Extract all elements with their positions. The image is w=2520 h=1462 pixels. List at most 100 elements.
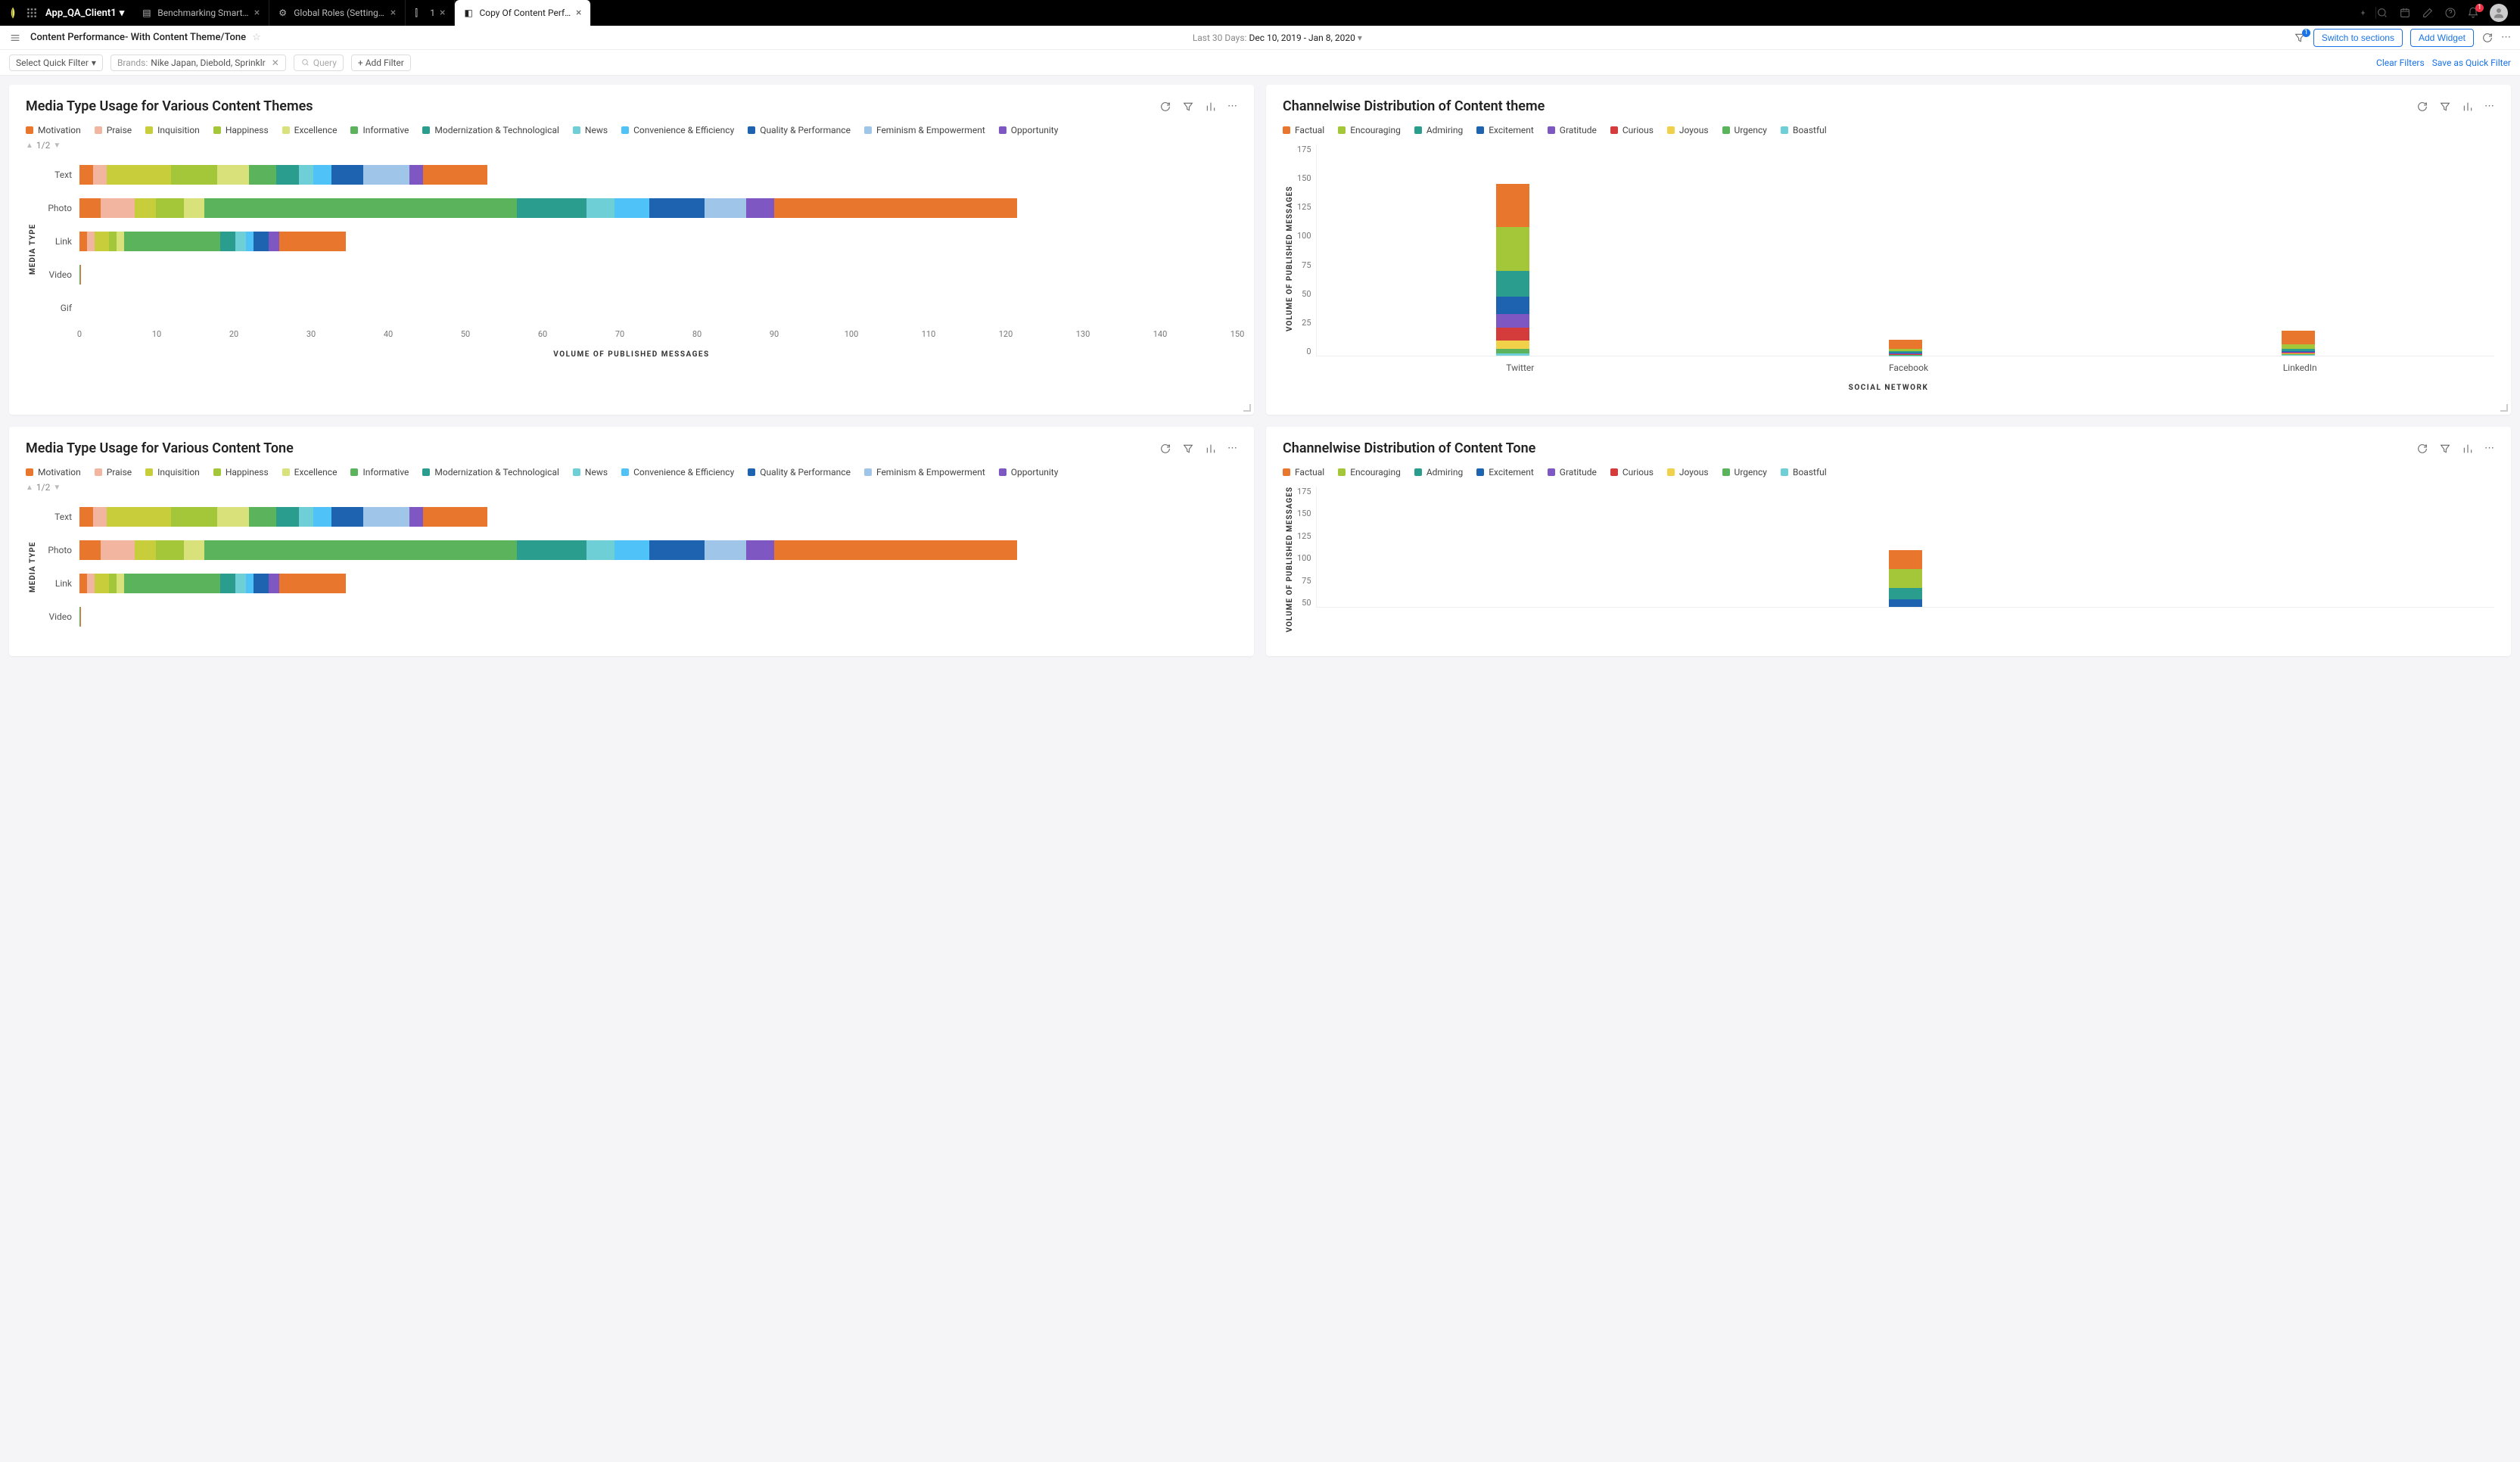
query-input[interactable]: Query bbox=[294, 54, 344, 71]
legend-item[interactable]: Informative bbox=[350, 125, 409, 135]
legend-item[interactable]: Motivation bbox=[26, 125, 81, 135]
bar-segment[interactable] bbox=[124, 232, 220, 251]
bar-segment[interactable] bbox=[220, 574, 235, 593]
bar-segment[interactable] bbox=[95, 232, 110, 251]
bar-segment[interactable] bbox=[79, 507, 93, 527]
bar-segment[interactable] bbox=[107, 165, 171, 185]
bar-segment[interactable] bbox=[1496, 271, 1529, 297]
close-tab-icon[interactable]: × bbox=[440, 7, 445, 19]
bar-segment[interactable] bbox=[331, 507, 363, 527]
pager-next-icon[interactable]: ▼ bbox=[53, 142, 61, 150]
legend-item[interactable]: Admiring bbox=[1414, 467, 1463, 477]
refresh-icon[interactable] bbox=[1159, 101, 1171, 113]
bar-segment[interactable] bbox=[1889, 550, 1922, 569]
legend-item[interactable]: Gratitude bbox=[1548, 467, 1597, 477]
legend-item[interactable]: Happiness bbox=[213, 467, 269, 477]
bar-segment[interactable] bbox=[423, 165, 487, 185]
legend-item[interactable]: Modernization & Technological bbox=[422, 125, 559, 135]
bar-segment[interactable] bbox=[423, 507, 487, 527]
pager-prev-icon[interactable]: ▲ bbox=[26, 484, 33, 492]
bar-segment[interactable] bbox=[1496, 328, 1529, 341]
legend-item[interactable]: Urgency bbox=[1722, 467, 1767, 477]
bar-segment[interactable] bbox=[299, 507, 313, 527]
bar-segment[interactable] bbox=[79, 574, 87, 593]
filter-icon[interactable] bbox=[2439, 443, 2451, 455]
chart-type-icon[interactable] bbox=[1205, 101, 1217, 113]
bar-segment[interactable] bbox=[313, 165, 331, 185]
bar-segment[interactable] bbox=[276, 507, 299, 527]
legend-item[interactable]: Inquisition bbox=[145, 467, 200, 477]
bar-segment[interactable] bbox=[705, 198, 746, 218]
legend-item[interactable]: Excellence bbox=[282, 125, 338, 135]
legend-item[interactable]: Motivation bbox=[26, 467, 81, 477]
close-tab-icon[interactable]: × bbox=[390, 7, 396, 19]
bar-segment[interactable] bbox=[331, 165, 363, 185]
tab[interactable]: ▤Benchmarking Smart Al× bbox=[133, 0, 269, 26]
bar-segment[interactable] bbox=[1496, 353, 1529, 356]
date-range-selector[interactable]: Last 30 Days: Dec 10, 2019 - Jan 8, 2020… bbox=[261, 33, 2294, 43]
chart-type-icon[interactable] bbox=[2462, 101, 2474, 113]
chart-type-icon[interactable] bbox=[1205, 443, 1217, 455]
legend-item[interactable]: Excellence bbox=[282, 467, 338, 477]
quick-filter-select[interactable]: Select Quick Filter ▾ bbox=[9, 54, 103, 71]
legend-item[interactable]: Quality & Performance bbox=[748, 467, 851, 477]
bar-segment[interactable] bbox=[705, 540, 746, 560]
bar-segment[interactable] bbox=[101, 540, 135, 560]
filter-icon[interactable] bbox=[2439, 101, 2451, 113]
legend-item[interactable]: Convenience & Efficiency bbox=[621, 467, 734, 477]
bar-segment[interactable] bbox=[2282, 331, 2315, 344]
apps-grid-icon[interactable] bbox=[26, 7, 38, 19]
bar-segment[interactable] bbox=[101, 198, 135, 218]
refresh-icon[interactable] bbox=[2416, 443, 2428, 455]
bar-segment[interactable] bbox=[246, 574, 254, 593]
bar-segment[interactable] bbox=[184, 198, 205, 218]
bar-segment[interactable] bbox=[87, 232, 95, 251]
legend-item[interactable]: Factual bbox=[1283, 467, 1324, 477]
legend-item[interactable]: Gratitude bbox=[1548, 125, 1597, 135]
bar-segment[interactable] bbox=[649, 198, 705, 218]
bar-segment[interactable] bbox=[220, 232, 235, 251]
calendar-icon[interactable] bbox=[2399, 7, 2411, 19]
bar-segment[interactable] bbox=[1496, 184, 1529, 228]
legend-item[interactable]: Curious bbox=[1610, 467, 1654, 477]
favorite-star-icon[interactable]: ☆ bbox=[252, 32, 261, 43]
more-icon[interactable]: ⋯ bbox=[2484, 443, 2494, 455]
pager-next-icon[interactable]: ▼ bbox=[53, 484, 61, 492]
bar-segment[interactable] bbox=[217, 165, 249, 185]
legend-item[interactable]: Joyous bbox=[1667, 467, 1709, 477]
bar-segment[interactable] bbox=[204, 198, 517, 218]
legend-item[interactable]: Praise bbox=[95, 467, 132, 477]
bar-segment[interactable] bbox=[79, 165, 93, 185]
legend-item[interactable]: News bbox=[573, 467, 608, 477]
user-avatar[interactable] bbox=[2490, 4, 2508, 22]
bar-segment[interactable] bbox=[1496, 314, 1529, 327]
notifications-icon[interactable]: 1 bbox=[2467, 7, 2479, 19]
bar-segment[interactable] bbox=[586, 198, 614, 218]
add-filter-button[interactable]: + Add Filter bbox=[351, 54, 411, 71]
refresh-icon[interactable] bbox=[2416, 101, 2428, 113]
legend-item[interactable]: Quality & Performance bbox=[748, 125, 851, 135]
bar-segment[interactable] bbox=[156, 540, 184, 560]
bar-segment[interactable] bbox=[269, 232, 280, 251]
save-quick-filter-link[interactable]: Save as Quick Filter bbox=[2432, 58, 2511, 68]
bar-segment[interactable] bbox=[1496, 227, 1529, 271]
refresh-icon[interactable] bbox=[1159, 443, 1171, 455]
bar-segment[interactable] bbox=[299, 165, 313, 185]
legend-item[interactable]: Encouraging bbox=[1338, 467, 1401, 477]
bar-segment[interactable] bbox=[279, 574, 346, 593]
bar-segment[interactable] bbox=[117, 232, 124, 251]
legend-item[interactable]: Admiring bbox=[1414, 125, 1463, 135]
bar-segment[interactable] bbox=[363, 165, 409, 185]
legend-item[interactable]: Opportunity bbox=[999, 125, 1059, 135]
bar-segment[interactable] bbox=[774, 198, 1017, 218]
bar-segment[interactable] bbox=[409, 165, 423, 185]
add-tab-button[interactable] bbox=[2350, 7, 2376, 19]
legend-item[interactable]: Inquisition bbox=[145, 125, 200, 135]
more-icon[interactable]: ⋯ bbox=[2501, 32, 2511, 43]
legend-item[interactable]: Praise bbox=[95, 125, 132, 135]
filter-icon[interactable] bbox=[1182, 443, 1194, 455]
bar-segment[interactable] bbox=[171, 165, 217, 185]
clear-filters-link[interactable]: Clear Filters bbox=[2376, 58, 2425, 68]
resize-handle-icon[interactable] bbox=[2500, 404, 2508, 412]
search-icon[interactable] bbox=[2376, 7, 2388, 19]
